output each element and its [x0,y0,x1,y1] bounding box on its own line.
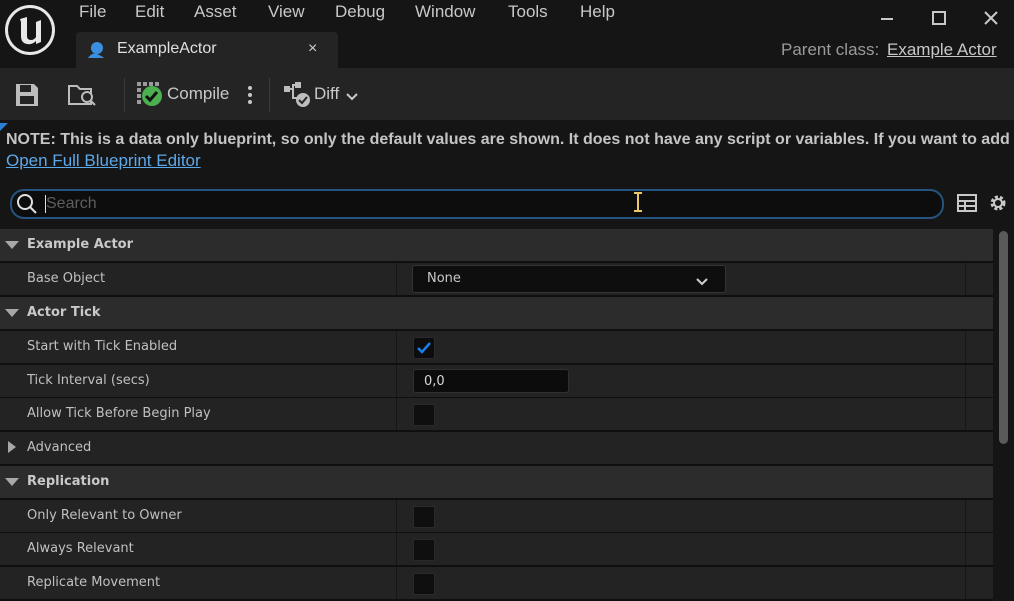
property-label: Replicate Movement [27,575,161,590]
chevron-down-icon [695,273,709,286]
unreal-engine-logo-icon[interactable] [3,3,57,57]
property-only-relevant-to-owner: Only Relevant to Owner [0,500,993,534]
property-label: Start with Tick Enabled [27,339,178,354]
search-icon [16,193,38,215]
column-divider [965,500,966,532]
column-divider [965,365,966,397]
parent-class-link[interactable]: Example Actor [887,40,997,60]
property-label: Only Relevant to Owner [27,508,182,523]
category-label: Example Actor [27,237,134,252]
chevron-down-icon[interactable] [345,88,359,101]
start-with-tick-checkbox[interactable] [413,337,435,359]
open-full-blueprint-editor-link[interactable]: Open Full Blueprint Editor [6,151,201,171]
advanced-expander[interactable]: Advanced [0,432,993,466]
always-relevant-checkbox[interactable] [413,539,435,561]
property-label: Allow Tick Before Begin Play [27,406,211,421]
blueprint-icon [86,40,106,60]
column-divider[interactable] [396,398,397,430]
expand-arrow-icon[interactable] [8,441,16,453]
collapse-arrow-icon[interactable] [5,478,19,486]
menu-file[interactable]: File [79,0,106,26]
search-box[interactable] [10,189,944,219]
browse-folder-icon[interactable] [67,82,97,108]
column-divider [965,398,966,430]
tab-example-actor[interactable]: ExampleActor × [76,32,338,68]
column-divider[interactable] [396,263,397,295]
title-bar: File Edit Asset View Debug Window Tools … [0,0,1014,68]
category-replication[interactable]: Replication [0,466,993,500]
menu-view[interactable]: View [268,0,305,26]
advanced-label: Advanced [27,440,92,455]
column-divider[interactable] [396,567,397,599]
panel-corner-icon [0,123,8,131]
column-divider[interactable] [396,331,397,363]
tab-close-icon[interactable]: × [308,40,317,58]
save-icon[interactable] [14,82,40,108]
property-start-with-tick-enabled: Start with Tick Enabled [0,331,993,365]
category-label: Replication [27,474,110,489]
diff-button[interactable]: Diff [314,84,339,104]
diff-icon[interactable] [283,82,311,108]
category-example-actor[interactable]: Example Actor [0,229,993,263]
column-divider[interactable] [396,533,397,565]
table-view-icon[interactable] [956,192,978,214]
data-only-notice: NOTE: This is a data only blueprint, so … [6,131,1010,148]
toolbar-separator [124,78,125,112]
column-divider [965,331,966,363]
collapse-arrow-icon[interactable] [5,241,19,249]
text-caret [45,195,46,213]
property-label: Base Object [27,271,106,286]
menu-edit[interactable]: Edit [135,0,164,26]
category-label: Actor Tick [27,305,101,320]
mouse-ibeam-cursor-icon [631,191,645,213]
allow-tick-checkbox[interactable] [413,404,435,426]
collapse-arrow-icon[interactable] [5,309,19,317]
property-allow-tick-before-begin-play: Allow Tick Before Begin Play [0,398,993,432]
only-relevant-to-owner-checkbox[interactable] [413,506,435,528]
base-object-dropdown[interactable]: None [412,265,726,293]
toolbar: Compile Diff [0,68,1014,120]
replicate-movement-checkbox[interactable] [413,573,435,595]
property-always-relevant: Always Relevant [0,533,993,567]
column-divider[interactable] [396,500,397,532]
menu-help[interactable]: Help [580,0,615,26]
menu-asset[interactable]: Asset [194,0,237,26]
property-label: Tick Interval (secs) [27,373,150,388]
menu-tools[interactable]: Tools [508,0,548,26]
dropdown-value: None [427,271,461,286]
tick-interval-value: 0,0 [424,374,445,389]
maximize-icon[interactable] [926,6,952,30]
search-input[interactable] [46,193,926,215]
category-actor-tick[interactable]: Actor Tick [0,297,993,331]
column-divider[interactable] [396,365,397,397]
tab-title: ExampleActor [117,40,217,57]
compile-status-icon[interactable] [136,80,164,108]
minimize-icon[interactable] [874,6,900,30]
column-divider [965,533,966,565]
settings-gear-icon[interactable] [987,192,1009,214]
compile-button[interactable]: Compile [167,84,229,104]
checkmark-icon [417,342,431,354]
scrollbar-thumb[interactable] [999,231,1008,444]
column-divider [965,567,966,599]
property-base-object: Base Object None [0,263,993,297]
menu-debug[interactable]: Debug [335,0,385,26]
toolbar-separator [269,78,270,112]
menu-window[interactable]: Window [415,0,475,26]
property-tick-interval: Tick Interval (secs) 0,0 [0,365,993,399]
tick-interval-field[interactable]: 0,0 [413,369,569,393]
compile-options-icon[interactable] [245,84,255,106]
column-divider [965,263,966,295]
property-replicate-movement: Replicate Movement [0,567,993,601]
property-label: Always Relevant [27,541,134,556]
parent-class-label: Parent class: [781,40,880,59]
close-window-icon[interactable] [978,6,1004,30]
